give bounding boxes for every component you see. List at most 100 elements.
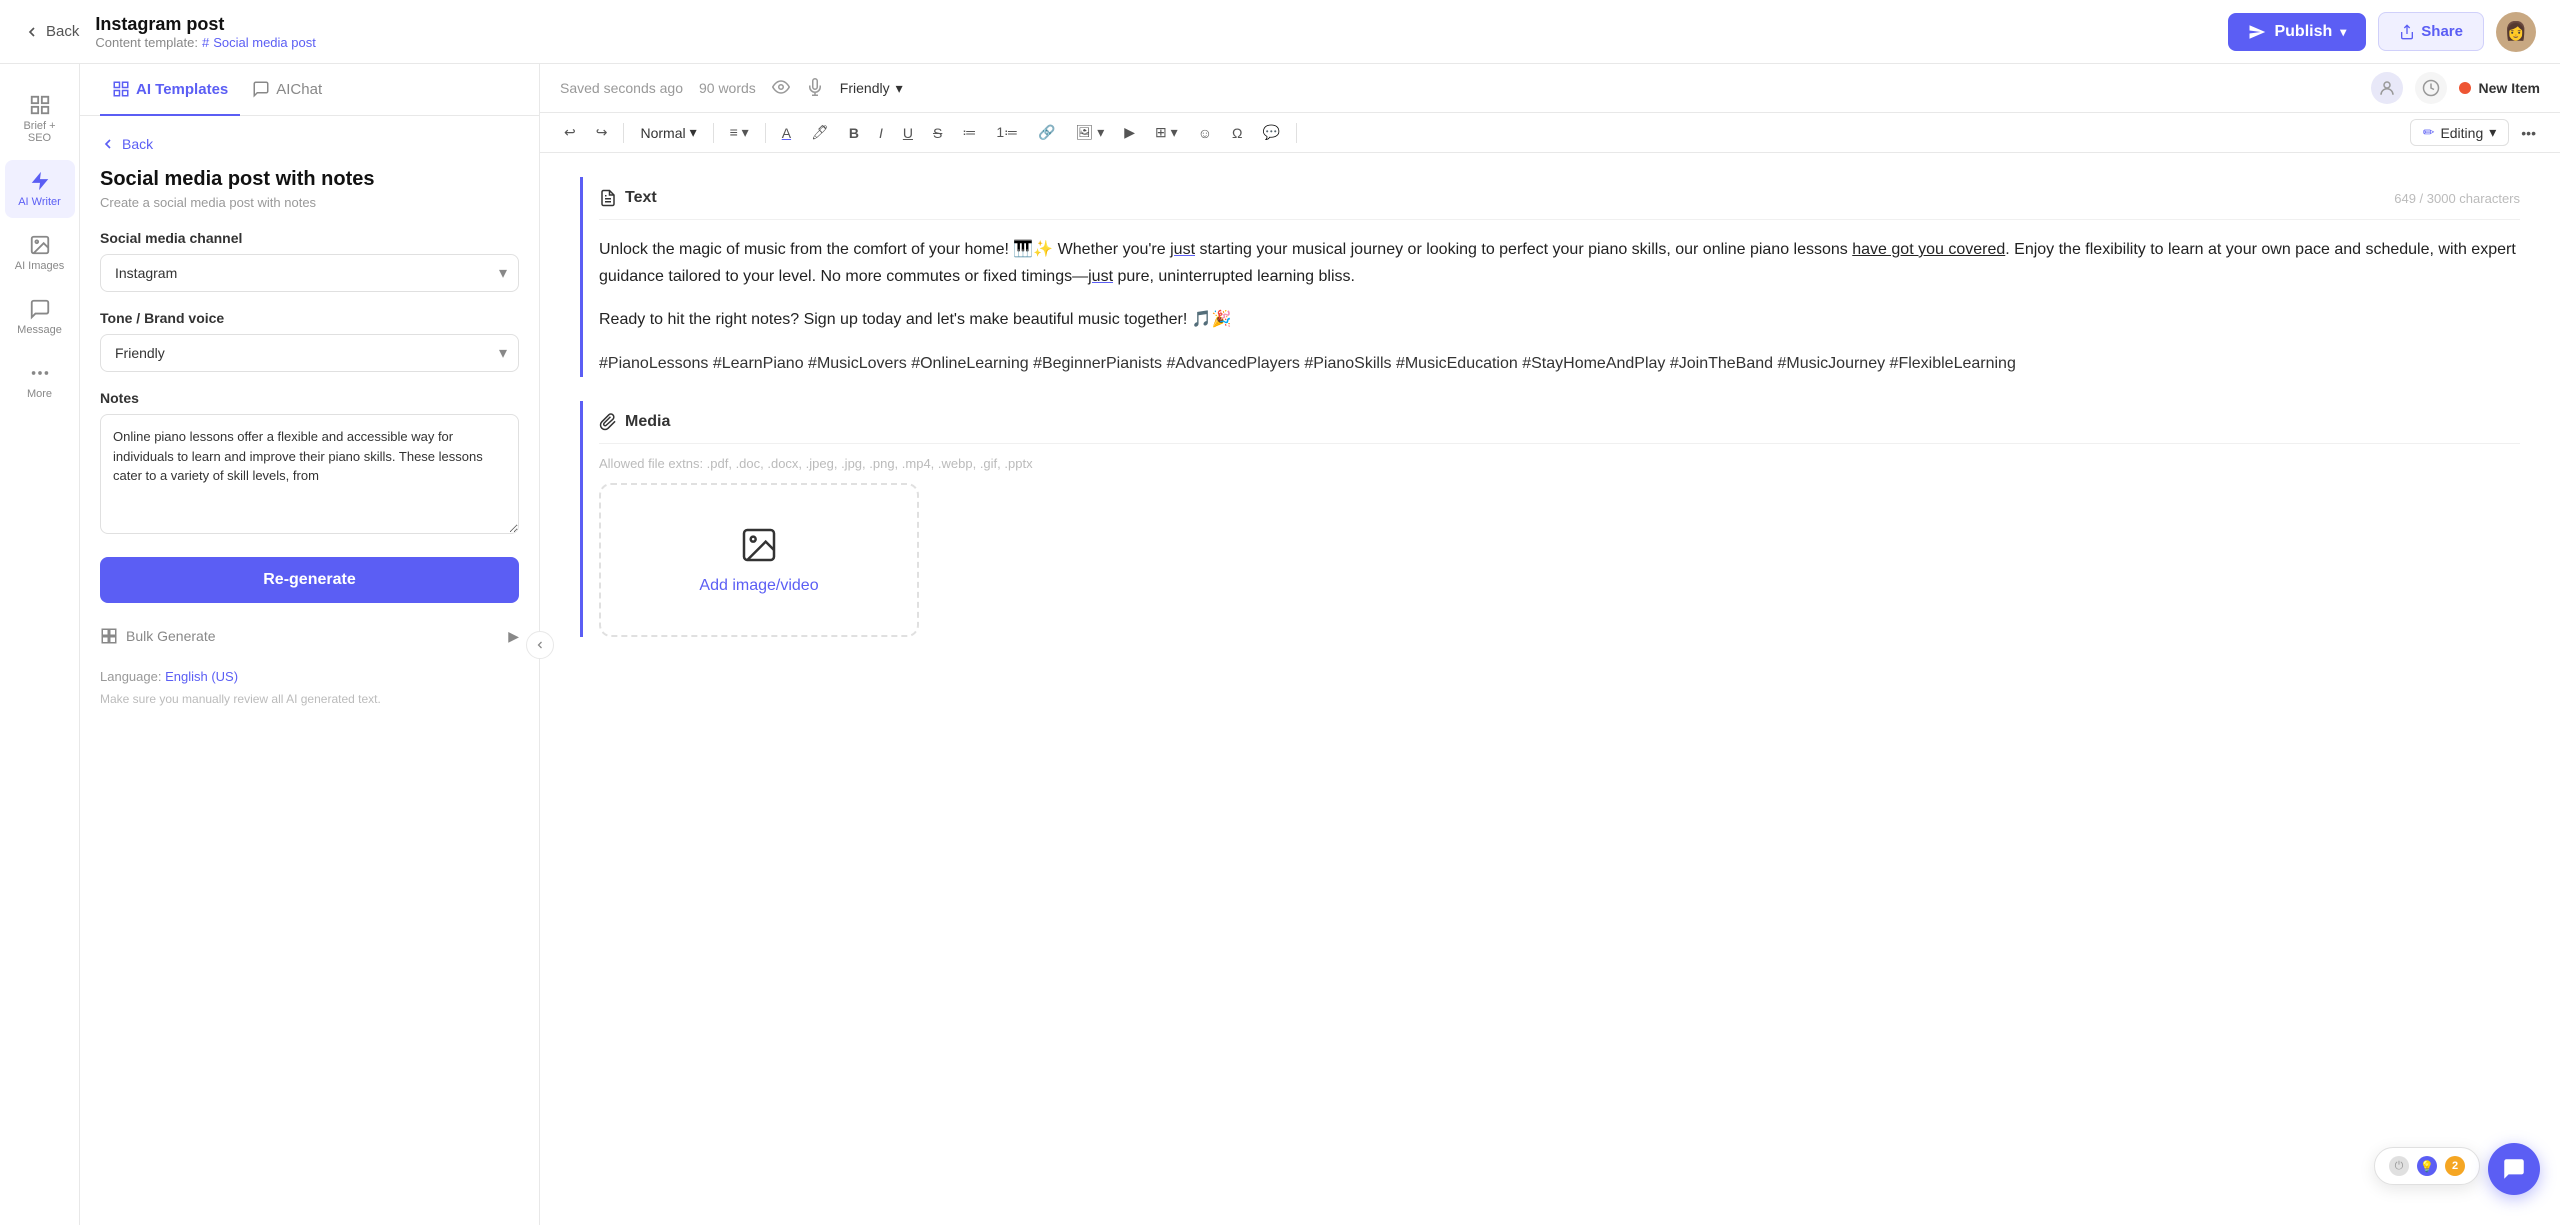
more-options-button[interactable]: •••	[2513, 121, 2544, 145]
eye-icon[interactable]	[772, 78, 790, 99]
text-section: Text 649 / 3000 characters Unlock the ma…	[580, 177, 2520, 377]
emoji-button[interactable]: ☺	[1190, 121, 1220, 145]
divider-2	[713, 123, 714, 143]
icon-sidebar: Brief + SEO AI Writer AI Images Message	[0, 64, 80, 1225]
mic-icon[interactable]	[806, 78, 824, 99]
text-section-title-label: Text	[625, 189, 657, 207]
bold-button[interactable]: B	[841, 121, 867, 145]
tone-field-group: Tone / Brand voice Friendly Professional…	[100, 310, 519, 372]
redo-button[interactable]: ↪	[588, 120, 616, 145]
editor-body[interactable]: Unlock the magic of music from the comfo…	[599, 236, 2520, 377]
tone-selector[interactable]: Friendly ▾	[840, 80, 903, 97]
content-template-subtitle: Content template: # Social media post	[95, 35, 315, 50]
tone-value: Friendly	[840, 80, 890, 96]
undo-button[interactable]: ↩	[556, 120, 584, 145]
publish-button[interactable]: Publish ▾	[2228, 13, 2366, 51]
media-extensions: Allowed file extns: .pdf, .doc, .docx, .…	[599, 456, 2520, 471]
media-section-title: Media	[625, 413, 670, 431]
media-section-header: Media	[599, 401, 2520, 444]
sidebar-item-message[interactable]: Message	[5, 288, 75, 346]
language-info: Language: English (US)	[100, 669, 519, 684]
editing-mode-selector[interactable]: ✏ Editing ▾	[2410, 119, 2510, 146]
divider-3	[765, 123, 766, 143]
channel-select[interactable]: Instagram Facebook Twitter LinkedIn	[100, 254, 519, 292]
editor-area: Saved seconds ago 90 words Friendly	[540, 64, 2560, 1225]
user-avatar[interactable]: 👩	[2496, 12, 2536, 52]
format-style-label: Normal	[640, 125, 685, 141]
media-upload-area[interactable]: Add image/video	[599, 483, 919, 637]
align-button[interactable]: ≡ ▾	[722, 120, 757, 145]
media-section: Media Allowed file extns: .pdf, .doc, .d…	[580, 401, 2520, 637]
special-chars-button[interactable]: Ω	[1224, 121, 1250, 145]
widget-on-dot[interactable]: 💡	[2417, 1156, 2437, 1176]
panel-back-label: Back	[122, 136, 153, 152]
red-dot-icon	[2459, 82, 2471, 94]
text-section-header: Text 649 / 3000 characters	[599, 177, 2520, 220]
format-style-selector[interactable]: Normal ▾	[632, 120, 704, 145]
tone-chevron-icon: ▾	[896, 80, 903, 97]
play-button[interactable]: ▶	[1116, 120, 1143, 145]
history-icon[interactable]	[2415, 72, 2447, 104]
text-section-border: Text 649 / 3000 characters Unlock the ma…	[580, 177, 2520, 377]
sidebar-item-ai-writer[interactable]: AI Writer	[5, 160, 75, 218]
publish-chevron-icon: ▾	[2340, 25, 2346, 39]
regenerate-label: Re-generate	[263, 571, 355, 588]
editor-content: Text 649 / 3000 characters Unlock the ma…	[540, 153, 2560, 1225]
highlight-button[interactable]: 🖊	[803, 120, 837, 145]
sidebar-item-ai-images-label: AI Images	[15, 260, 65, 272]
notes-textarea[interactable]: Online piano lessons offer a flexible an…	[100, 414, 519, 534]
comment-button[interactable]: 💬	[1254, 120, 1287, 145]
language-label: Language:	[100, 669, 161, 684]
sidebar-item-more[interactable]: More	[5, 352, 75, 410]
sidebar-item-ai-writer-label: AI Writer	[18, 196, 61, 208]
content-template-link[interactable]: Social media post	[213, 35, 316, 50]
back-label: Back	[46, 23, 79, 40]
saved-status: Saved seconds ago	[560, 80, 683, 96]
underline-button[interactable]: U	[895, 121, 921, 145]
widget-badge: 2	[2445, 1156, 2465, 1176]
tone-label: Tone / Brand voice	[100, 310, 519, 326]
bulk-generate-label: Bulk Generate	[126, 628, 216, 644]
top-nav-left: Back Instagram post Content template: # …	[24, 14, 316, 50]
collaborator-avatar-icon[interactable]	[2371, 72, 2403, 104]
body-paragraph-1: Unlock the magic of music from the comfo…	[599, 236, 2520, 290]
regenerate-button[interactable]: Re-generate	[100, 557, 519, 603]
language-value[interactable]: English (US)	[165, 669, 238, 684]
image-insert-button[interactable]: 🖼 ▾	[1068, 120, 1113, 145]
italic-button[interactable]: I	[871, 121, 891, 145]
panel-tabs: AI Templates AIChat	[80, 64, 539, 116]
share-button[interactable]: Share	[2378, 12, 2484, 51]
text-color-button[interactable]: A	[774, 121, 799, 145]
editor-topbar-right: New Item	[2371, 72, 2540, 104]
media-upload-label: Add image/video	[699, 577, 818, 595]
ordered-list-button[interactable]: 1≔	[988, 120, 1026, 145]
sidebar-item-more-label: More	[27, 388, 52, 400]
sidebar-item-brief-seo[interactable]: Brief + SEO	[5, 84, 75, 154]
divider-right	[1296, 123, 1297, 143]
tab-ai-chat[interactable]: AIChat	[240, 64, 334, 116]
ai-note: Make sure you manually review all AI gen…	[100, 692, 519, 706]
word-count: 90 words	[699, 80, 756, 96]
strikethrough-button[interactable]: S	[925, 121, 950, 145]
link-button[interactable]: 🔗	[1030, 120, 1063, 145]
sidebar-item-brief-seo-label: Brief + SEO	[13, 120, 67, 144]
back-button[interactable]: Back	[24, 23, 79, 40]
top-nav: Back Instagram post Content template: # …	[0, 0, 2560, 64]
floating-widget: ⏻ 💡 2	[2374, 1147, 2480, 1185]
text-section-title: Text	[599, 189, 657, 207]
format-bar: ↩ ↪ Normal ▾ ≡ ▾ A 🖊 B I U S ≔ 1≔ 🔗 🖼 ▾ …	[540, 113, 2560, 153]
chat-support-button[interactable]	[2488, 1143, 2540, 1195]
editor-meta: Saved seconds ago 90 words Friendly	[560, 78, 903, 99]
bulk-generate[interactable]: Bulk Generate ▶	[100, 619, 519, 653]
panel-back-button[interactable]: Back	[100, 136, 519, 152]
bullet-list-button[interactable]: ≔	[954, 120, 984, 145]
channel-label: Social media channel	[100, 230, 519, 246]
table-button[interactable]: ⊞ ▾	[1147, 120, 1186, 145]
tone-select[interactable]: Friendly Professional Casual Formal	[100, 334, 519, 372]
share-label: Share	[2421, 23, 2463, 40]
sidebar-item-ai-images[interactable]: AI Images	[5, 224, 75, 282]
widget-off-dot[interactable]: ⏻	[2389, 1156, 2409, 1176]
body-paragraph-2: Ready to hit the right notes? Sign up to…	[599, 306, 2520, 333]
panel-collapse-button[interactable]	[526, 631, 554, 659]
tab-ai-templates[interactable]: AI Templates	[100, 64, 240, 116]
